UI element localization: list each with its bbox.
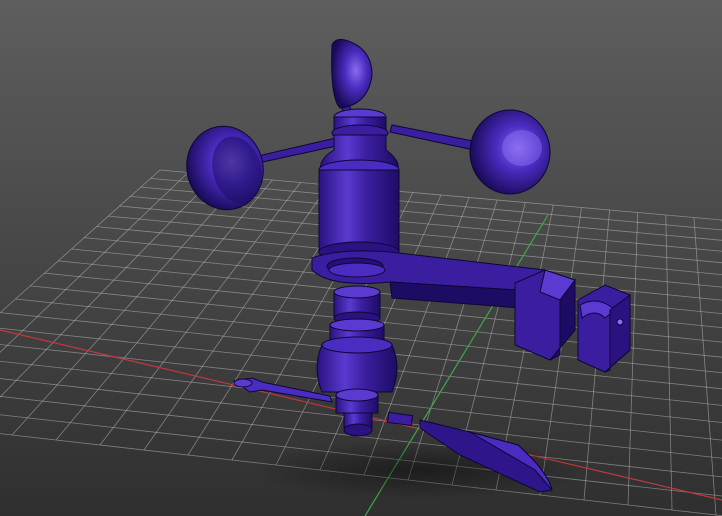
- cup-right-icon: [469, 109, 551, 195]
- viewport-canvas[interactable]: [0, 0, 722, 516]
- 3d-viewport[interactable]: [0, 0, 722, 516]
